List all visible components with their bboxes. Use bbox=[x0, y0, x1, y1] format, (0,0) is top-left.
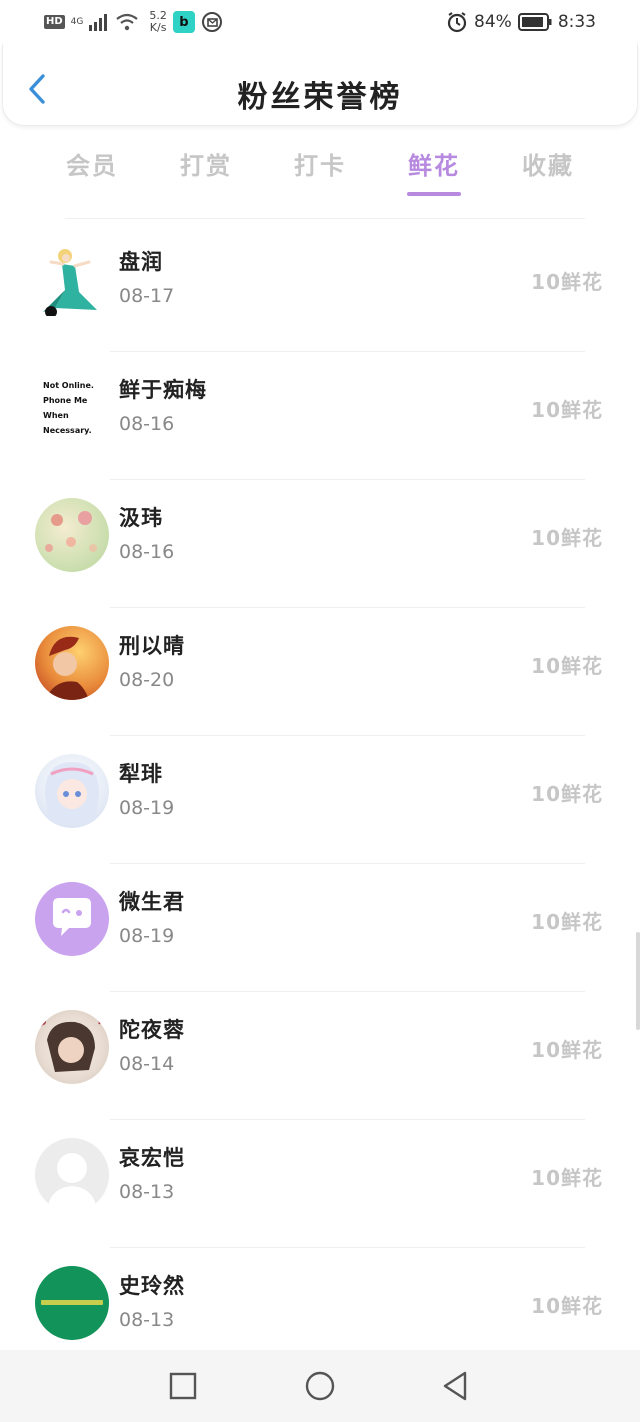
avatar bbox=[35, 1266, 109, 1340]
fan-ranking-list: 盘润 08-17 10鲜花 Not Online. Phone Me When … bbox=[0, 224, 640, 1376]
fan-date: 08-13 bbox=[119, 1181, 175, 1203]
fan-name: 刑以晴 bbox=[119, 634, 185, 658]
flowers-avatar-image bbox=[45, 511, 97, 552]
fan-date: 08-17 bbox=[119, 285, 175, 307]
wifi-icon bbox=[116, 13, 139, 31]
tab-flowers[interactable]: 鲜花 bbox=[377, 140, 491, 204]
tab-favorites[interactable]: 收藏 bbox=[491, 140, 605, 204]
status-bar: HD 4G 5.2 K/s b 84% 8:33 bbox=[0, 0, 640, 44]
flower-amount: 10鲜花 bbox=[531, 1038, 603, 1062]
list-item[interactable]: 哀宏恺 08-13 10鲜花 bbox=[0, 1120, 640, 1248]
avatar bbox=[35, 1010, 109, 1084]
list-item[interactable]: 盘润 08-17 10鲜花 bbox=[0, 224, 640, 352]
scrollbar[interactable] bbox=[636, 932, 640, 1030]
app-notification-icon: b bbox=[172, 11, 195, 33]
avatar bbox=[35, 498, 109, 572]
network-speed: 5.2 K/s bbox=[149, 10, 167, 34]
avatar bbox=[35, 882, 109, 956]
tabs-divider bbox=[65, 218, 585, 219]
app-header: 粉丝荣誉榜 bbox=[2, 44, 638, 126]
status-left: HD 4G 5.2 K/s b bbox=[44, 8, 223, 36]
list-item[interactable]: 刑以晴 08-20 10鲜花 bbox=[0, 608, 640, 736]
default-user-avatar-icon bbox=[47, 1153, 97, 1212]
avatar-text-card: Not Online. Phone Me When Necessary. bbox=[43, 381, 94, 435]
fan-date: 08-19 bbox=[119, 797, 175, 819]
fan-name: 盘润 bbox=[119, 250, 163, 274]
battery-icon bbox=[517, 13, 552, 31]
recent-apps-square-icon[interactable] bbox=[165, 1368, 201, 1404]
battery-percent: 84% bbox=[474, 12, 512, 32]
fan-date: 08-19 bbox=[119, 925, 175, 947]
fan-name: 犁琲 bbox=[119, 762, 163, 786]
page-title: 粉丝荣誉榜 bbox=[237, 80, 403, 115]
fan-date: 08-14 bbox=[119, 1053, 175, 1075]
tab-rewards[interactable]: 打赏 bbox=[149, 140, 263, 204]
hd-badge: HD bbox=[44, 15, 65, 29]
fan-name: 陀夜蓉 bbox=[119, 1018, 185, 1042]
list-item[interactable]: 微生君 08-19 10鲜花 bbox=[0, 864, 640, 992]
avatar bbox=[35, 242, 109, 316]
avatar bbox=[35, 754, 109, 828]
tab-checkin[interactable]: 打卡 bbox=[263, 140, 377, 204]
tab-members[interactable]: 会员 bbox=[35, 140, 149, 204]
back-triangle-icon[interactable] bbox=[437, 1368, 473, 1404]
fan-date: 08-13 bbox=[119, 1309, 175, 1331]
alarm-icon bbox=[447, 12, 467, 33]
signal-icon bbox=[89, 14, 108, 31]
list-item[interactable]: 陀夜蓉 08-14 10鲜花 bbox=[0, 992, 640, 1120]
flower-amount: 10鲜花 bbox=[531, 910, 603, 934]
network-type: 4G bbox=[70, 17, 84, 27]
fan-name: 汲玮 bbox=[119, 506, 163, 530]
fan-name: 鲜于痴梅 bbox=[119, 378, 207, 402]
flower-amount: 10鲜花 bbox=[531, 1294, 603, 1318]
avatar bbox=[35, 1138, 109, 1212]
flower-amount: 10鲜花 bbox=[531, 270, 603, 294]
fan-name: 微生君 bbox=[119, 890, 185, 914]
speed-unit: K/s bbox=[149, 21, 167, 34]
flower-amount: 10鲜花 bbox=[531, 1166, 603, 1190]
fan-name: 哀宏恺 bbox=[119, 1146, 185, 1170]
fan-date: 08-16 bbox=[119, 413, 175, 435]
fairy-avatar-image bbox=[43, 249, 97, 316]
fan-date: 08-16 bbox=[119, 541, 175, 563]
anime-girl-avatar-image bbox=[45, 762, 99, 824]
status-right: 84% 8:33 bbox=[446, 8, 596, 36]
list-item[interactable]: 犁琲 08-19 10鲜花 bbox=[0, 736, 640, 864]
clock: 8:33 bbox=[557, 12, 596, 32]
tab-bar: 会员 打赏 打卡 鲜花 收藏 bbox=[35, 140, 605, 204]
message-notification-icon bbox=[201, 12, 222, 32]
fan-name: 史玲然 bbox=[119, 1274, 185, 1298]
list-item[interactable]: 汲玮 08-16 10鲜花 bbox=[0, 480, 640, 608]
chat-bubble-avatar-icon bbox=[53, 898, 91, 936]
flower-amount: 10鲜花 bbox=[531, 654, 603, 678]
list-item[interactable]: Not Online. Phone Me When Necessary. 鲜于痴… bbox=[0, 352, 640, 480]
flower-amount: 10鲜花 bbox=[531, 782, 603, 806]
home-circle-icon[interactable] bbox=[302, 1368, 338, 1404]
system-nav-bar bbox=[0, 1350, 640, 1422]
avatar bbox=[35, 626, 109, 700]
green-text-avatar-image bbox=[41, 1300, 103, 1305]
flower-amount: 10鲜花 bbox=[531, 526, 603, 550]
flower-amount: 10鲜花 bbox=[531, 398, 603, 422]
avatar: Not Online. Phone Me When Necessary. bbox=[35, 370, 109, 444]
fan-date: 08-20 bbox=[119, 669, 175, 691]
photo-avatar-image bbox=[40, 1017, 104, 1072]
anime-boy-avatar-image bbox=[45, 636, 89, 700]
